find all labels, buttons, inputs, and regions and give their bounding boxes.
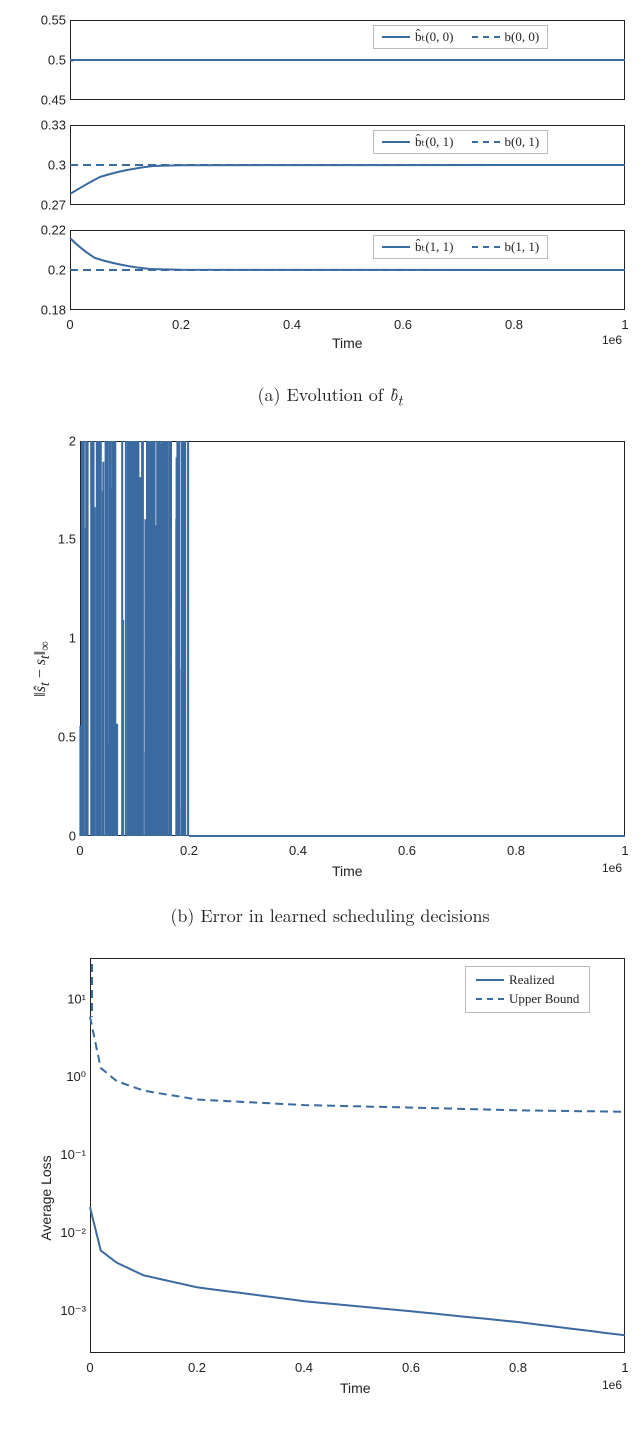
legend-a3-solid: b̂ₜ(1, 1): [415, 239, 454, 255]
legend-c: Realized Upper Bound: [465, 966, 590, 1013]
ylabel-b: ‖ŝt − st‖∞: [32, 641, 53, 696]
figure-a: b̂ₜ(0, 0) b(0, 0) 0.55 0.5 0.45 b̂ₜ(0, 1…: [10, 10, 640, 411]
legend-a2: b̂ₜ(0, 1) b(0, 1): [373, 130, 548, 154]
legend-a3-dash: b(1, 1): [505, 239, 540, 255]
plot-b: [80, 441, 625, 836]
caption-b: (b) Error in learned scheduling decision…: [10, 903, 640, 928]
legend-a1-solid: b̂ₜ(0, 0): [415, 29, 454, 45]
xlabel-b: Time: [332, 863, 363, 879]
legend-a1: b̂ₜ(0, 0) b(0, 0): [373, 25, 548, 49]
caption-a: (a) Evolution of b̂t: [10, 382, 640, 411]
figure-c: Realized Upper Bound 10⁻³ 10⁻² 10⁻¹ 10⁰ …: [10, 948, 640, 1408]
xscale-a: 1e6: [602, 333, 622, 347]
figure-b-frame: 0 0.5 1 1.5 2 0 0.2 0.4 0.6 0.8 1 Time 1…: [10, 431, 640, 891]
xlabel-a: Time: [332, 335, 363, 351]
legend-a1-dash: b(0, 0): [505, 29, 540, 45]
legend-c-realized: Realized: [509, 972, 554, 988]
xscale-b: 1e6: [602, 861, 622, 875]
figure-c-frame: Realized Upper Bound 10⁻³ 10⁻² 10⁻¹ 10⁰ …: [10, 948, 640, 1408]
legend-a2-dash: b(0, 1): [505, 134, 540, 150]
figure-b: 0 0.5 1 1.5 2 0 0.2 0.4 0.6 0.8 1 Time 1…: [10, 431, 640, 928]
figure-a-frame: b̂ₜ(0, 0) b(0, 0) 0.55 0.5 0.45 b̂ₜ(0, 1…: [10, 10, 640, 370]
xlabel-c: Time: [340, 1380, 371, 1396]
legend-a3: b̂ₜ(1, 1) b(1, 1): [373, 235, 548, 259]
xscale-c: 1e6: [602, 1378, 622, 1392]
ylabel-c: Average Loss: [38, 1155, 54, 1240]
plot-c: [90, 958, 625, 1353]
legend-c-upper: Upper Bound: [509, 991, 579, 1007]
legend-a2-solid: b̂ₜ(0, 1): [415, 134, 454, 150]
